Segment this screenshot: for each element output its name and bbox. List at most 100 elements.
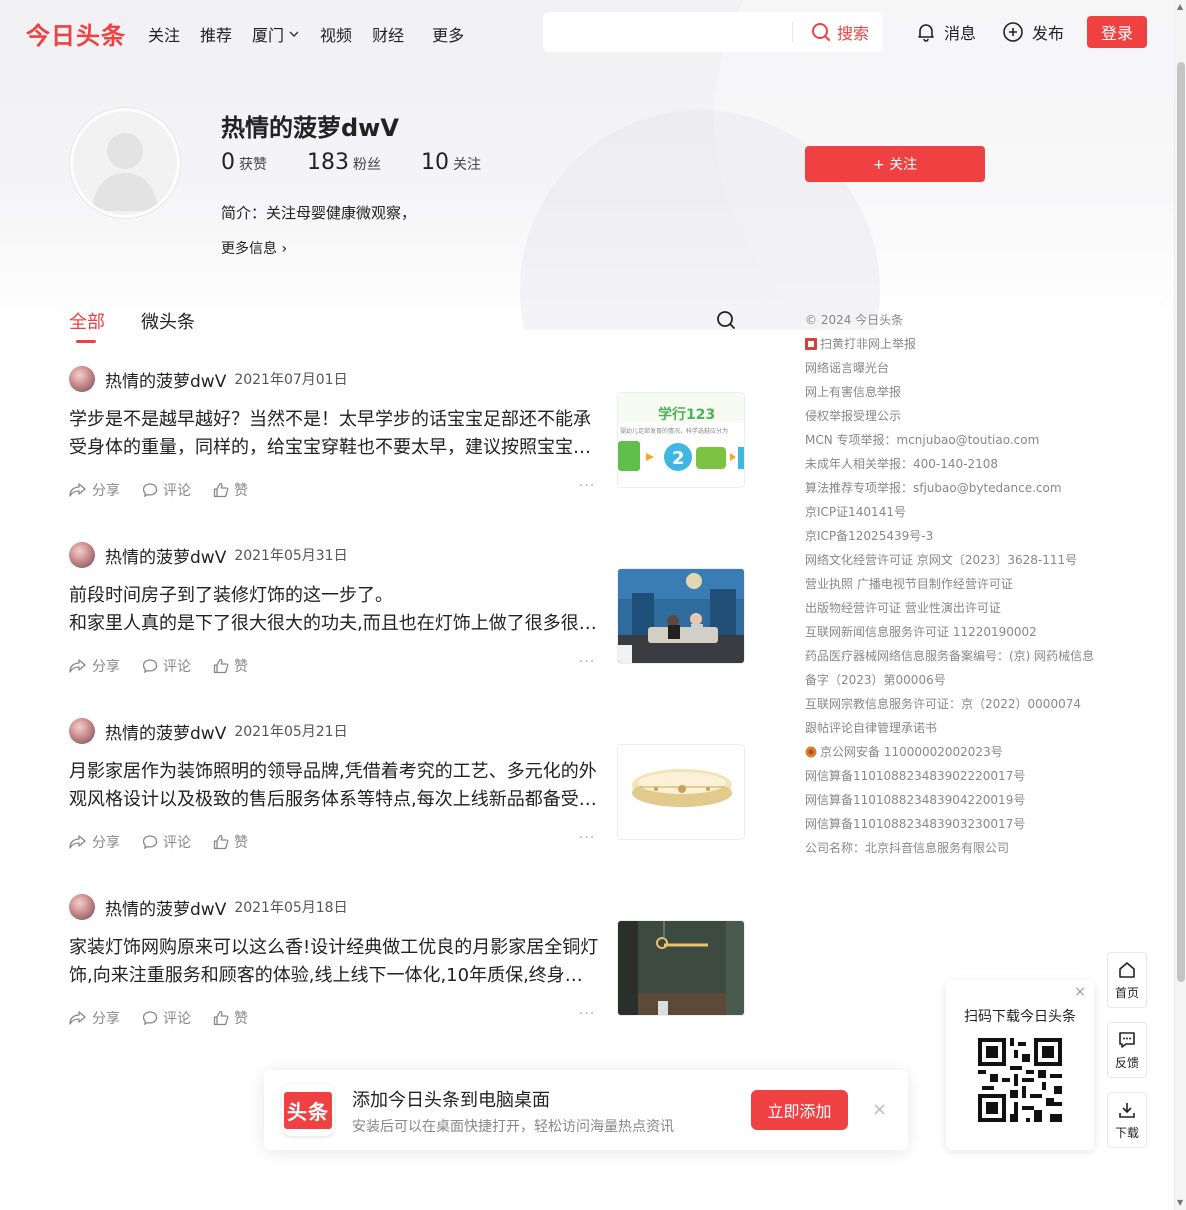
stat-following[interactable]: 10 关注	[421, 150, 481, 175]
feed-item-header: 热情的菠萝dwV 2021年05月21日	[69, 718, 348, 744]
home-button[interactable]: 首页	[1107, 952, 1147, 1008]
author-avatar[interactable]	[69, 366, 95, 392]
author-name[interactable]: 热情的菠萝dwV	[105, 719, 226, 744]
share-button[interactable]: 分享	[69, 480, 120, 500]
author-name[interactable]: 热情的菠萝dwV	[105, 367, 226, 392]
sidebar-link[interactable]: 京公网安备 11000002002023号	[805, 740, 1094, 764]
post-text[interactable]: 前段时间房子到了装修灯饰的这一步了。 和家里人真的是下了很大很大的功夫,而且也在…	[69, 582, 599, 638]
site-logo[interactable]: 今日头条	[26, 16, 126, 51]
author-avatar[interactable]	[69, 542, 95, 568]
sidebar-link[interactable]: 营业执照 广播电视节目制作经营许可证	[805, 572, 1094, 596]
more-info-link[interactable]: 更多信息 ›	[221, 238, 287, 258]
comment-icon	[142, 659, 158, 674]
nav-item-finance[interactable]: 财经	[372, 22, 404, 46]
more-options-icon[interactable]: ···	[579, 654, 595, 670]
qr-close-button[interactable]: ×	[1074, 984, 1086, 1000]
post-thumbnail[interactable]	[617, 920, 745, 1016]
comment-button[interactable]: 评论	[142, 656, 191, 676]
sidebar-link[interactable]: 药品医疗器械网络信息服务备案编号：(京) 网药械信息	[805, 644, 1094, 668]
download-button[interactable]: 下载	[1107, 1092, 1147, 1148]
post-date: 2021年05月18日	[234, 900, 348, 916]
profile-name: 热情的菠萝dwV	[221, 114, 399, 142]
sidebar-text: 网信算备110108823483904220019号	[805, 793, 1026, 807]
post-text[interactable]: 月影家居作为装饰照明的领导品牌,凭借着考究的工艺、多元化的外 观风格设计以及极致…	[69, 758, 599, 814]
login-button[interactable]: 登录	[1087, 16, 1147, 48]
profile-search-button[interactable]	[716, 310, 736, 334]
add-now-button[interactable]: 立即添加	[751, 1090, 848, 1130]
ceiling-lamp-photo	[618, 745, 744, 839]
qr-code-image	[978, 1038, 1062, 1122]
banner-title: 添加今日头条到电脑桌面	[352, 1090, 550, 1111]
main-nav: 关注 推荐 厦门 视频 财经 更多	[148, 22, 484, 46]
author-avatar[interactable]	[69, 894, 95, 920]
like-button[interactable]: 赞	[213, 480, 248, 500]
sidebar-link[interactable]: 网络谣言曝光台	[805, 356, 1094, 380]
search-input[interactable]	[543, 12, 792, 52]
post-thumbnail[interactable]: 学行123 婴幼儿足部发育的情况，科学选鞋应分为 2	[617, 392, 745, 488]
sidebar-link[interactable]: 网上有害信息举报	[805, 380, 1094, 404]
post-text-line: 家装灯饰网购原来可以这么香!设计经典做工优良的月影家居全铜灯	[69, 937, 599, 958]
post-text[interactable]: 学步是不是越早越好？当然不是！太早学步的话宝宝足部还不能承 受身体的重量，同样的…	[69, 406, 599, 462]
sidebar-link[interactable]: 京ICP证140141号	[805, 500, 1094, 524]
comment-button[interactable]: 评论	[142, 832, 191, 852]
bell-icon	[918, 24, 934, 42]
scroll-up-arrow-icon[interactable]: ▲	[1177, 2, 1183, 11]
nav-item-more[interactable]: 更多	[432, 22, 464, 46]
author-avatar[interactable]	[69, 718, 95, 744]
sidebar-link[interactable]: 侵权举报受理公示	[805, 404, 1094, 428]
nav-item-follow[interactable]: 关注	[148, 22, 180, 46]
sidebar-link[interactable]: 跟帖评论自律管理承诺书	[805, 716, 1094, 740]
share-icon	[69, 483, 86, 497]
sidebar-text: 算法推荐专项举报：sfjubao@bytedance.com	[805, 481, 1062, 495]
more-options-icon[interactable]: ···	[579, 478, 595, 494]
feedback-button[interactable]: 反馈	[1107, 1022, 1147, 1078]
follow-button[interactable]: + 关注	[805, 146, 985, 182]
thumbs-up-icon	[213, 1010, 229, 1026]
sidebar-link-label: 京公网安备 11000002002023号	[820, 745, 1003, 759]
tab-all[interactable]: 全部	[69, 308, 105, 334]
sidebar-link[interactable]: 互联网宗教信息服务许可证：京（2022）0000074	[805, 692, 1094, 716]
download-label: 下载	[1114, 1125, 1139, 1140]
feed-item[interactable]: 热情的菠萝dwV 2021年05月31日 前段时间房子到了装修灯饰的这一步了。 …	[69, 542, 745, 698]
banner-close-button[interactable]: ×	[872, 1099, 887, 1120]
author-name[interactable]: 热情的菠萝dwV	[105, 543, 226, 568]
feed-item[interactable]: 热情的菠萝dwV 2021年05月18日 家装灯饰网购原来可以这么香!设计经典做…	[69, 894, 745, 1050]
nav-item-video[interactable]: 视频	[320, 22, 352, 46]
more-options-icon[interactable]: ···	[579, 1006, 595, 1022]
post-thumbnail[interactable]	[617, 744, 745, 840]
like-button[interactable]: 赞	[213, 656, 248, 676]
comment-button[interactable]: 评论	[142, 480, 191, 500]
sidebar-link[interactable]: 京ICP备12025439号-3	[805, 524, 1094, 548]
sidebar-link[interactable]: 互联网新闻信息服务许可证 11220190002	[805, 620, 1094, 644]
share-label: 分享	[92, 659, 120, 675]
author-name[interactable]: 热情的菠萝dwV	[105, 895, 226, 920]
sidebar-link[interactable]: 网络文化经营许可证 京网文〔2023〕3628-111号	[805, 548, 1094, 572]
comment-icon	[142, 483, 158, 498]
scroll-down-arrow-icon[interactable]: ▼	[1177, 1198, 1183, 1207]
post-actions: 分享 评论 赞	[69, 1008, 270, 1028]
share-button[interactable]: 分享	[69, 832, 120, 852]
nav-item-recommend[interactable]: 推荐	[200, 22, 232, 46]
post-text[interactable]: 家装灯饰网购原来可以这么香!设计经典做工优良的月影家居全铜灯 饰,向来注重服务和…	[69, 934, 599, 990]
like-button[interactable]: 赞	[213, 832, 248, 852]
comment-button[interactable]: 评论	[142, 1008, 191, 1028]
share-button[interactable]: 分享	[69, 1008, 120, 1028]
sidebar-text: 备字（2023）第00006号	[805, 673, 946, 687]
sidebar-link[interactable]: 扫黄打非网上举报	[805, 332, 1094, 356]
page-scrollbar[interactable]: ▲ ▼	[1174, 0, 1186, 1210]
like-button[interactable]: 赞	[213, 1008, 248, 1028]
stat-fans[interactable]: 183 粉丝	[307, 150, 381, 175]
messages-button[interactable]: 消息	[916, 20, 976, 44]
sidebar-link[interactable]: 出版物经营许可证 营业性演出许可证	[805, 596, 1094, 620]
more-options-icon[interactable]: ···	[579, 830, 595, 846]
publish-button[interactable]: 发布	[1002, 20, 1064, 44]
scrollbar-thumb[interactable]	[1177, 62, 1185, 982]
search-button[interactable]: 搜索	[793, 20, 883, 44]
thumbs-up-icon	[213, 482, 229, 498]
post-thumbnail[interactable]	[617, 568, 745, 664]
tab-micro-toutiao[interactable]: 微头条	[141, 308, 195, 334]
nav-item-city[interactable]: 厦门	[252, 22, 300, 46]
feed-item[interactable]: 热情的菠萝dwV 2021年07月01日 学步是不是越早越好？当然不是！太早学步…	[69, 366, 745, 522]
share-button[interactable]: 分享	[69, 656, 120, 676]
feed-item[interactable]: 热情的菠萝dwV 2021年05月21日 月影家居作为装饰照明的领导品牌,凭借着…	[69, 718, 745, 874]
